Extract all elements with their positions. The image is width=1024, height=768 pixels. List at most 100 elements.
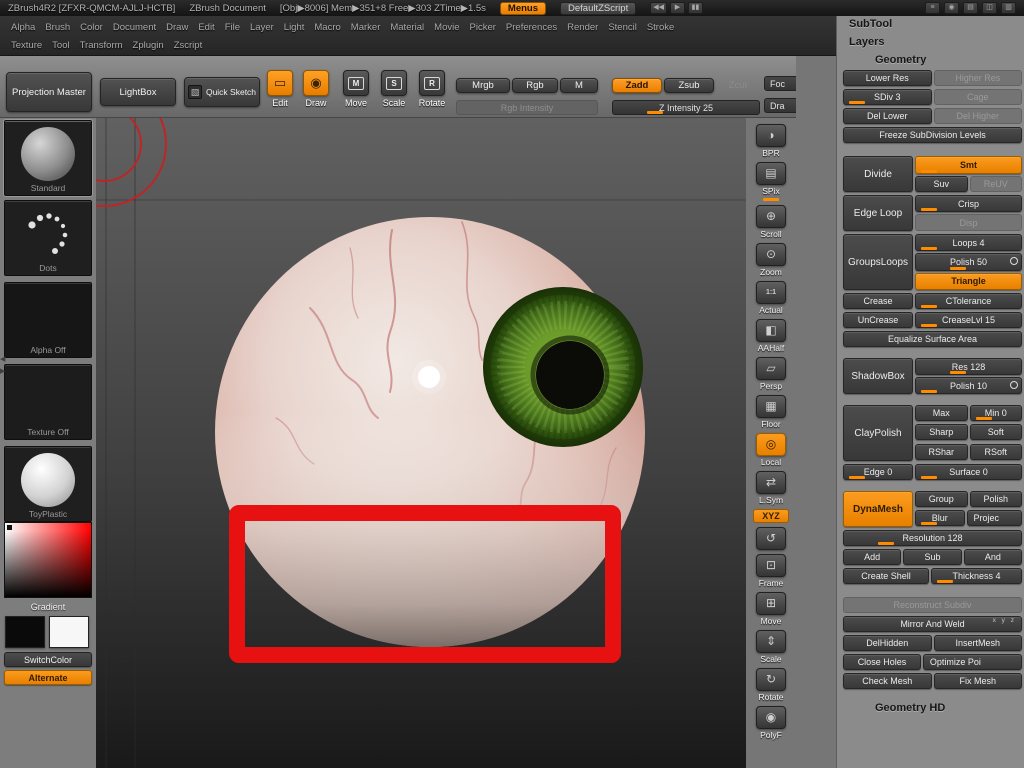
color-picker[interactable] [4,522,92,598]
ctolerance-slider[interactable]: CTolerance [915,293,1022,309]
menu-material[interactable]: Material [385,22,429,33]
expand-right-icon[interactable]: ▶ [0,368,9,376]
shadowbox-res-slider[interactable]: Res 128 [915,358,1022,375]
persp-button[interactable]: ▱ Persp [756,357,786,391]
stroke-dots-thumbnail[interactable]: Dots [4,200,92,276]
actual-button[interactable]: 1:1 Actual [756,281,786,315]
xyz-button[interactable]: XYZ [753,509,789,523]
menu-edit[interactable]: Edit [193,22,219,33]
scale-button[interactable]: S Scale [378,70,410,108]
tray-collapse-arrows[interactable]: ◀ ▶ [0,356,9,376]
z-intensity-slider[interactable]: Z Intensity 25 [612,100,760,115]
smt-toggle[interactable]: Smt [915,156,1022,174]
columns-icon[interactable]: ◫ [982,2,997,14]
move-3d-button[interactable]: ⊞ Move [756,592,786,626]
dynamesh-sub-button[interactable]: Sub [903,549,962,565]
groupsloops-button[interactable]: GroupsLoops [843,234,913,290]
claypolish-sharp-button[interactable]: Sharp [915,424,968,441]
menu-file[interactable]: File [220,22,245,33]
sdiv-slider[interactable]: SDiv 3 [843,89,932,105]
material-toyplastic-thumbnail[interactable]: ToyPlastic [4,446,92,522]
menu-zplugin[interactable]: Zplugin [128,40,169,51]
menu-texture[interactable]: Texture [6,40,47,51]
crease-button[interactable]: Crease [843,293,913,309]
secondary-color-swatch[interactable] [49,616,89,648]
menu-draw[interactable]: Draw [161,22,193,33]
polyframe-button[interactable]: ◉ PolyF [756,706,786,740]
polish-mode-toggle[interactable] [1010,381,1018,389]
main-color-swatch[interactable] [5,616,45,648]
menu-document[interactable]: Document [108,22,161,33]
menu-brush[interactable]: Brush [40,22,75,33]
menu-marker[interactable]: Marker [346,22,386,33]
switchcolor-button[interactable]: SwitchColor [4,652,92,667]
texture-off-thumbnail[interactable]: Texture Off [4,364,92,440]
surface-slider[interactable]: Surface 0 [915,464,1022,480]
quick-sketch-button[interactable]: ▧ Quick Sketch [184,77,260,107]
menus-button[interactable]: Menus [499,1,547,15]
geometry-header[interactable]: Geometry [843,52,1022,67]
aahalf-button[interactable]: ◧ AAHalf [756,319,786,353]
resolution-slider[interactable]: Resolution 128 [843,530,1022,546]
grid-icon[interactable]: ▤ [963,2,978,14]
claypolish-max-button[interactable]: Max [915,405,968,421]
move-button[interactable]: M Move [340,70,372,108]
frame-button[interactable]: ⊡ Frame [756,554,786,588]
edge-loop-button[interactable]: Edge Loop [843,195,913,231]
projection-master-button[interactable]: Projection Master [6,72,92,112]
dynamesh-blur-slider[interactable]: Blur [915,510,965,526]
dynamesh-and-button[interactable]: And [963,549,1022,565]
create-shell-button[interactable]: Create Shell [843,568,929,584]
bpr-button[interactable]: ◑ BPR [756,124,786,158]
creaselvl-slider[interactable]: CreaseLvl 15 [915,312,1022,328]
floor-button[interactable]: ▦ Floor [756,395,786,429]
check-mesh-button[interactable]: Check Mesh [843,673,932,689]
equalize-surface-button[interactable]: Equalize Surface Area [843,331,1022,347]
layers-header[interactable]: Layers [843,34,1022,49]
dynamesh-project-button[interactable]: Projec [966,510,1022,526]
alternate-button[interactable]: Alternate [4,670,92,685]
rows-icon[interactable]: ▥ [1001,2,1016,14]
menu-movie[interactable]: Movie [429,22,464,33]
thickness-slider[interactable]: Thickness 4 [931,568,1022,584]
menu-light[interactable]: Light [279,22,310,33]
rotate-3d-button[interactable]: ↻ Rotate [756,668,786,702]
subtool-header[interactable]: SubTool [843,16,1022,31]
brush-standard-thumbnail[interactable]: Standard [4,120,92,196]
loops-slider[interactable]: Loops 4 [915,234,1022,252]
edit-button[interactable]: ▭ Edit [264,70,296,108]
menu-transform[interactable]: Transform [75,40,128,51]
claypolish-rshar-button[interactable]: RShar [915,443,968,460]
delhidden-button[interactable]: DelHidden [843,635,932,651]
menu-layer[interactable]: Layer [245,22,279,33]
play-icon[interactable]: ▶ [669,2,685,14]
zsub-button[interactable]: Zsub [664,78,714,93]
dynamesh-polish-button[interactable]: Polish [969,491,1022,507]
claypolish-soft-button[interactable]: Soft [969,424,1022,441]
lower-res-button[interactable]: Lower Res [843,70,932,86]
geometry-hd-header[interactable]: Geometry HD [843,700,1022,715]
collapse-left-icon[interactable]: ◀ [0,356,9,364]
menu-macro[interactable]: Macro [309,22,345,33]
menu-tool[interactable]: Tool [47,40,74,51]
spix-slider[interactable]: ▤ SPix [756,162,786,201]
mrgb-button[interactable]: Mrgb [456,78,510,93]
scale-3d-button[interactable]: ⇕ Scale [756,630,786,664]
zoom-button[interactable]: ⊙ Zoom [756,243,786,277]
shadowbox-polish-slider[interactable]: Polish 10 [915,377,1022,394]
uncrease-button[interactable]: UnCrease [843,312,913,328]
optimize-points-button[interactable]: Optimize Poi [922,654,1022,670]
focal-shift-slider[interactable]: Foc [764,76,796,91]
crisp-slider[interactable]: Crisp [915,195,1022,212]
insertmesh-button[interactable]: InsertMesh [933,635,1022,651]
rotate-button[interactable]: R Rotate [416,70,448,108]
rgb-button[interactable]: Rgb [512,78,558,93]
record-icon[interactable]: ◉ [944,2,959,14]
lightbox-button[interactable]: LightBox [100,78,176,106]
fix-mesh-button[interactable]: Fix Mesh [933,673,1022,689]
rewind-icon[interactable]: ◀◀ [650,2,667,14]
dynamesh-button[interactable]: DynaMesh [843,491,913,527]
local-button[interactable]: ◎ Local [756,433,786,467]
menu-picker[interactable]: Picker [465,22,501,33]
menu-preferences[interactable]: Preferences [501,22,562,33]
